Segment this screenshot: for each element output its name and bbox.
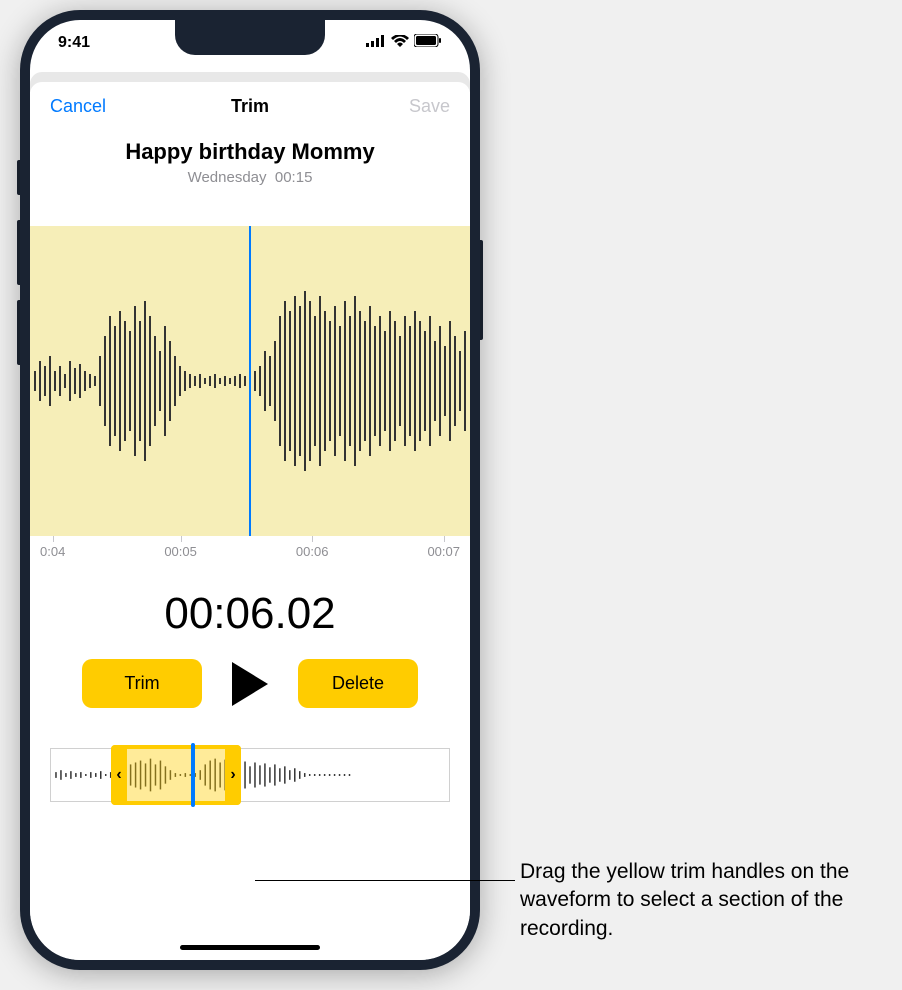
recording-day: Wednesday	[188, 169, 267, 186]
time-ticks: 0:04 00:05 00:06 00:07	[30, 536, 470, 559]
play-button[interactable]	[232, 662, 268, 706]
trim-region[interactable]: ‹ ›	[111, 745, 241, 805]
playhead[interactable]	[249, 226, 251, 536]
recording-meta: Wednesday 00:15	[30, 169, 470, 186]
recording-title: Happy birthday Mommy	[30, 139, 470, 165]
trim-button[interactable]: Trim	[82, 659, 202, 708]
tick-label: 00:05	[164, 544, 197, 559]
current-time: 00:06.02	[30, 589, 470, 639]
chevron-left-icon: ‹	[116, 766, 121, 784]
trim-modal: Cancel Trim Save Happy birthday Mommy We…	[30, 82, 470, 960]
cancel-button[interactable]: Cancel	[50, 96, 106, 117]
mini-playhead[interactable]	[191, 743, 195, 807]
callout-text: Drag the yellow trim handles on the wave…	[520, 858, 880, 943]
trim-handle-left[interactable]: ‹	[111, 745, 127, 805]
wifi-icon	[391, 34, 409, 52]
home-indicator[interactable]	[180, 945, 320, 950]
tick-label: 0:04	[40, 544, 65, 559]
trim-handle-right[interactable]: ›	[225, 745, 241, 805]
controls: Trim Delete	[30, 659, 470, 708]
callout-line	[255, 880, 515, 881]
mini-waveform-container[interactable]: ‹ ›	[50, 748, 450, 802]
recording-duration: 00:15	[275, 169, 313, 186]
battery-icon	[414, 34, 442, 52]
tick-label: 00:06	[296, 544, 329, 559]
notch	[175, 20, 325, 55]
nav-bar: Cancel Trim Save	[30, 82, 470, 131]
chevron-right-icon: ›	[230, 766, 235, 784]
delete-button[interactable]: Delete	[298, 659, 418, 708]
nav-title: Trim	[231, 96, 269, 117]
save-button[interactable]: Save	[409, 96, 450, 117]
phone-screen: 9:41 Cancel Trim Save Happy birth	[30, 20, 470, 960]
tick-label: 00:07	[427, 544, 460, 559]
signal-icon	[366, 34, 386, 52]
phone-frame: 9:41 Cancel Trim Save Happy birth	[20, 10, 480, 970]
waveform-main[interactable]	[30, 226, 470, 536]
